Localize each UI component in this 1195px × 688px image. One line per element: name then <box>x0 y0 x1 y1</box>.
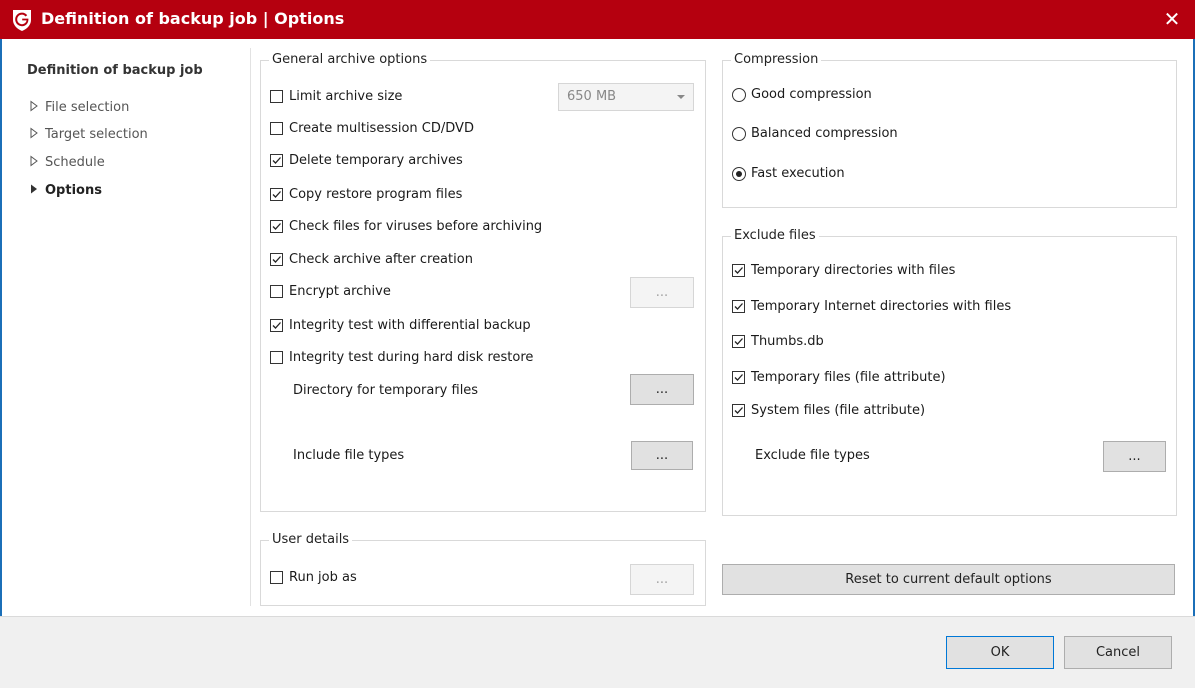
checkmark-icon <box>734 338 743 345</box>
nav-item-label: Schedule <box>45 155 105 170</box>
compression-group: Compression Good compression Balanced co… <box>722 52 1177 208</box>
nav-divider <box>250 48 251 606</box>
option-label: Run job as <box>289 570 357 585</box>
checkmark-icon <box>272 157 281 164</box>
checkmark-icon <box>734 267 743 274</box>
checkmark-icon <box>734 303 743 310</box>
group-legend: Compression <box>731 52 822 67</box>
option-label: Thumbs.db <box>751 334 824 349</box>
nav-heading: Definition of backup job <box>27 63 203 78</box>
window-title: Definition of backup job | Options <box>41 9 345 28</box>
temp-dir-browse-button[interactable]: ... <box>630 374 694 405</box>
integrity-restore-checkbox[interactable] <box>270 351 283 364</box>
balanced-compression-radio[interactable] <box>732 127 746 141</box>
option-label: System files (file attribute) <box>751 403 926 418</box>
limit-archive-size-checkbox[interactable] <box>270 90 283 103</box>
option-label: Check archive after creation <box>289 252 473 267</box>
radio-selected-dot <box>736 171 742 177</box>
chevron-down-icon <box>677 95 685 99</box>
general-archive-options-group: General archive options Limit archive si… <box>260 52 706 512</box>
option-label: Good compression <box>751 87 872 102</box>
encrypt-settings-button[interactable]: ... <box>630 277 694 308</box>
option-label: Integrity test during hard disk restore <box>289 350 534 365</box>
check-viruses-checkbox[interactable] <box>270 220 283 233</box>
nav-item-file-selection[interactable]: File selection <box>28 98 129 118</box>
checkmark-icon <box>272 223 281 230</box>
option-label: Delete temporary archives <box>289 153 463 168</box>
select-value: 650 MB <box>567 89 617 104</box>
run-as-settings-button[interactable]: ... <box>630 564 694 595</box>
user-details-group: User details Run job as ... <box>260 532 706 606</box>
title-bar: Definition of backup job | Options ✕ <box>0 0 1195 39</box>
exclude-temp-internet-checkbox[interactable] <box>732 300 745 313</box>
copy-restore-checkbox[interactable] <box>270 188 283 201</box>
option-label: Copy restore program files <box>289 187 463 202</box>
exclude-types-label: Exclude file types <box>755 448 870 463</box>
include-types-button[interactable]: ... <box>631 441 693 470</box>
option-label: Encrypt archive <box>289 284 391 299</box>
option-label: Temporary Internet directories with file… <box>751 299 1012 314</box>
close-icon[interactable]: ✕ <box>1161 6 1183 32</box>
group-legend: Exclude files <box>731 228 819 243</box>
checkmark-icon <box>734 407 743 414</box>
dialog-footer: OK Cancel <box>0 616 1195 688</box>
reset-defaults-button[interactable]: Reset to current default options <box>722 564 1175 595</box>
triangle-right-icon <box>28 126 40 139</box>
include-types-label: Include file types <box>293 448 405 463</box>
exclude-temp-dirs-checkbox[interactable] <box>732 264 745 277</box>
good-compression-radio[interactable] <box>732 88 746 102</box>
exclude-system-files-checkbox[interactable] <box>732 404 745 417</box>
option-label: Temporary files (file attribute) <box>751 370 946 385</box>
run-job-as-checkbox[interactable] <box>270 571 283 584</box>
option-label: Fast execution <box>751 166 845 181</box>
nav-item-target-selection[interactable]: Target selection <box>28 125 148 145</box>
integrity-diff-checkbox[interactable] <box>270 319 283 332</box>
nav-item-label: File selection <box>45 100 130 115</box>
nav-item-label: Options <box>45 183 102 198</box>
temp-dir-label: Directory for temporary files <box>293 383 479 398</box>
nav-item-options[interactable]: Options <box>28 181 102 201</box>
exclude-types-button[interactable]: ... <box>1103 441 1166 472</box>
triangle-right-filled-icon <box>28 182 40 194</box>
option-label: Check files for viruses before archiving <box>289 219 543 234</box>
option-label: Balanced compression <box>751 126 898 141</box>
exclude-thumbs-checkbox[interactable] <box>732 335 745 348</box>
option-label: Integrity test with differential backup <box>289 318 531 333</box>
check-archive-checkbox[interactable] <box>270 253 283 266</box>
option-label: Create multisession CD/DVD <box>289 121 474 136</box>
triangle-right-icon <box>28 99 40 112</box>
ok-button[interactable]: OK <box>946 636 1054 669</box>
nav-item-schedule[interactable]: Schedule <box>28 153 105 173</box>
multisession-checkbox[interactable] <box>270 122 283 135</box>
checkmark-icon <box>734 374 743 381</box>
fast-execution-radio[interactable] <box>732 167 746 181</box>
option-label: Temporary directories with files <box>751 263 956 278</box>
group-legend: User details <box>269 532 353 547</box>
nav-item-label: Target selection <box>45 127 148 142</box>
exclude-temp-files-checkbox[interactable] <box>732 371 745 384</box>
gdata-shield-icon <box>10 8 34 32</box>
wizard-navigation: Definition of backup job File selection … <box>2 39 250 616</box>
delete-temp-archives-checkbox[interactable] <box>270 154 283 167</box>
checkmark-icon <box>272 322 281 329</box>
checkmark-icon <box>272 191 281 198</box>
archive-size-select[interactable]: 650 MB <box>558 83 694 111</box>
group-legend: General archive options <box>269 52 431 67</box>
encrypt-archive-checkbox[interactable] <box>270 285 283 298</box>
cancel-button[interactable]: Cancel <box>1064 636 1172 669</box>
exclude-files-group: Exclude files Temporary directories with… <box>722 228 1177 516</box>
option-label: Limit archive size <box>289 89 403 104</box>
triangle-right-icon <box>28 154 40 167</box>
checkmark-icon <box>272 256 281 263</box>
